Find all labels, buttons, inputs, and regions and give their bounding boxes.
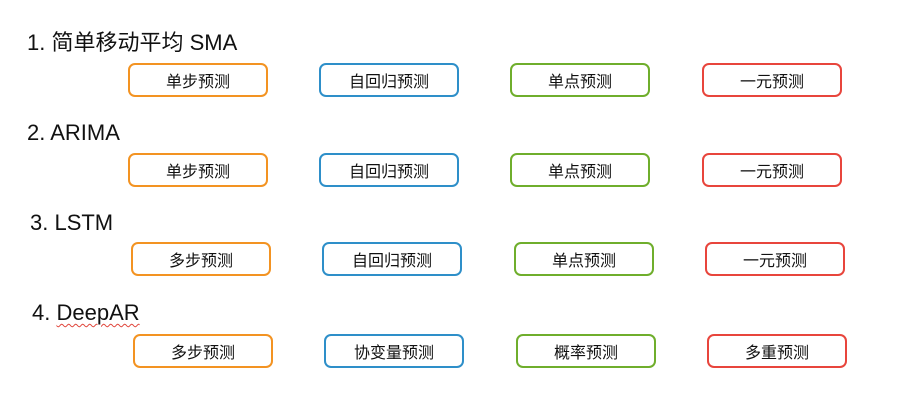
- section-1-tag-4: 一元预测: [702, 63, 842, 97]
- section-2-tag-2: 自回归预测: [319, 153, 459, 187]
- section-2-tag-4: 一元预测: [702, 153, 842, 187]
- section-3-tag-1: 多步预测: [131, 242, 271, 276]
- section-1-tag-2: 自回归预测: [319, 63, 459, 97]
- section-1-tag-3: 单点预测: [510, 63, 650, 97]
- section-3-tag-2: 自回归预测: [322, 242, 462, 276]
- section-3-tag-4: 一元预测: [705, 242, 845, 276]
- spellcheck-underline: DeepAR: [56, 300, 140, 325]
- section-4-title: 4. DeepAR: [32, 300, 140, 325]
- section-4-tag-2: 协变量预测: [324, 334, 464, 368]
- section-2-title: 2. ARIMA: [27, 120, 120, 145]
- section-1-tag-1: 单步预测: [128, 63, 268, 97]
- section-3-title: 3. LSTM: [30, 210, 114, 235]
- section-3-tag-3: 单点预测: [514, 242, 654, 276]
- section-4-tag-1: 多步预测: [133, 334, 273, 368]
- section-2-tag-3: 单点预测: [510, 153, 650, 187]
- section-2-tag-1: 单步预测: [128, 153, 268, 187]
- section-4-tag-3: 概率预测: [516, 334, 656, 368]
- section-4-tag-4: 多重预测: [707, 334, 847, 368]
- section-1-title: 1. 简单移动平均 SMA: [27, 30, 238, 55]
